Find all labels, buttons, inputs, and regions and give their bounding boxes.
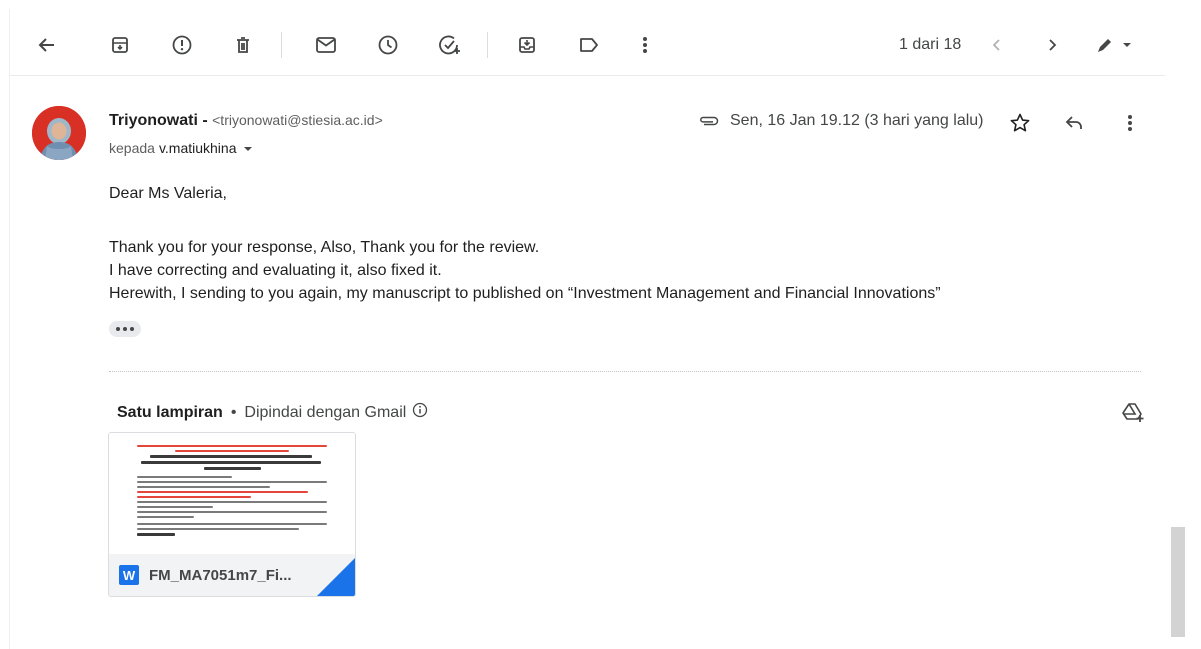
- label-icon: [580, 38, 598, 52]
- attachments-divider: [109, 371, 1141, 372]
- add-to-drive-button[interactable]: [1118, 397, 1148, 427]
- body-line: Herewith, I sending to you again, my man…: [109, 285, 941, 302]
- more-actions-button[interactable]: [629, 29, 661, 61]
- pen-icon: [1098, 39, 1111, 52]
- attachments-count: Satu lampiran: [117, 403, 223, 421]
- avatar-portrait-icon: [32, 106, 86, 160]
- toolbar-separator: [281, 32, 282, 58]
- body-line: I have correcting and evaluating it, als…: [109, 262, 442, 279]
- caret-down-icon: [243, 147, 252, 151]
- mail-icon: [316, 37, 336, 53]
- caret-down-icon: [1123, 43, 1131, 47]
- arrow-left-icon: [38, 38, 54, 52]
- next-email-button[interactable]: [1036, 29, 1068, 61]
- report-spam-icon: [172, 35, 192, 55]
- reply-icon: [1065, 116, 1082, 129]
- clock-icon: [378, 35, 398, 55]
- add-task-icon: [439, 35, 460, 55]
- header-separator: •: [230, 403, 237, 421]
- recipient-line: kepada v.matiukhina: [109, 140, 253, 156]
- body-greeting: Dear Ms Valeria,: [109, 185, 227, 202]
- email-toolbar: 1 dari 18: [10, 9, 1190, 77]
- delete-button[interactable]: [227, 29, 259, 61]
- chevron-left-icon: [992, 39, 1000, 51]
- attachment-clip-icon: [700, 116, 719, 126]
- email-view: 1 dari 18 Triyonowati - <triyonowati@sti…: [9, 9, 1189, 649]
- message-body: Dear Ms Valeria, Thank you for your resp…: [109, 182, 941, 305]
- recipient-details-toggle[interactable]: [243, 140, 253, 156]
- recipient-name[interactable]: v.matiukhina: [159, 140, 237, 156]
- scrollbar-thumb[interactable]: [1171, 527, 1185, 637]
- archive-icon: [112, 37, 128, 53]
- toolbar-separator: [487, 32, 488, 58]
- sender-email[interactable]: <triyonowati@stiesia.ac.id>: [212, 112, 383, 128]
- message-meta: Sen, 16 Jan 19.12 (3 hari yang lalu): [698, 112, 984, 130]
- sender-separator: -: [197, 112, 213, 129]
- file-corner-icon: [317, 558, 355, 596]
- add-task-button[interactable]: [434, 29, 466, 61]
- show-trimmed-content-button[interactable]: [109, 321, 141, 337]
- input-tools-button[interactable]: [1092, 29, 1136, 61]
- add-to-drive-icon: [1122, 403, 1144, 422]
- body-line: Thank you for your response, Also, Thank…: [109, 239, 540, 256]
- previous-email-button[interactable]: [981, 29, 1013, 61]
- info-icon: [413, 402, 428, 418]
- archive-button[interactable]: [104, 29, 136, 61]
- more-vert-icon: [643, 37, 647, 53]
- reply-button[interactable]: [1060, 109, 1088, 137]
- back-button[interactable]: [31, 29, 63, 61]
- star-icon: [1010, 113, 1030, 132]
- recipient-prefix: kepada: [109, 140, 155, 156]
- scan-status: Dipindai dengan Gmail: [244, 403, 407, 421]
- sender-name[interactable]: Triyonowati: [109, 112, 198, 129]
- attachment-preview: [109, 433, 355, 554]
- attachment-filename: FM_MA7051m7_Fi...: [149, 566, 292, 584]
- trash-icon: [237, 37, 249, 53]
- message-more-button[interactable]: [1116, 109, 1144, 137]
- message-date: Sen, 16 Jan 19.12 (3 hari yang lalu): [730, 112, 984, 129]
- star-button[interactable]: [1006, 109, 1034, 137]
- attachment-card[interactable]: W FM_MA7051m7_Fi...: [108, 432, 356, 597]
- word-file-icon: W: [119, 565, 139, 585]
- attachments-header: Satu lampiran • Dipindai dengan Gmail: [117, 402, 428, 423]
- scan-info-button[interactable]: [412, 402, 428, 423]
- more-vert-icon: [1128, 115, 1132, 131]
- mark-unread-button[interactable]: [310, 29, 342, 61]
- labels-button[interactable]: [573, 29, 605, 61]
- ellipsis-icon: [116, 327, 120, 331]
- pagination-label: 1 dari 18: [899, 36, 962, 53]
- move-to-button[interactable]: [511, 29, 543, 61]
- move-to-inbox-icon: [519, 37, 535, 53]
- report-spam-button[interactable]: [166, 29, 198, 61]
- toolbar-divider: [10, 75, 1165, 76]
- chevron-right-icon: [1049, 39, 1057, 51]
- sender-avatar[interactable]: [32, 106, 86, 160]
- sender-line: Triyonowati - <triyonowati@stiesia.ac.id…: [109, 112, 383, 130]
- snooze-button[interactable]: [372, 29, 404, 61]
